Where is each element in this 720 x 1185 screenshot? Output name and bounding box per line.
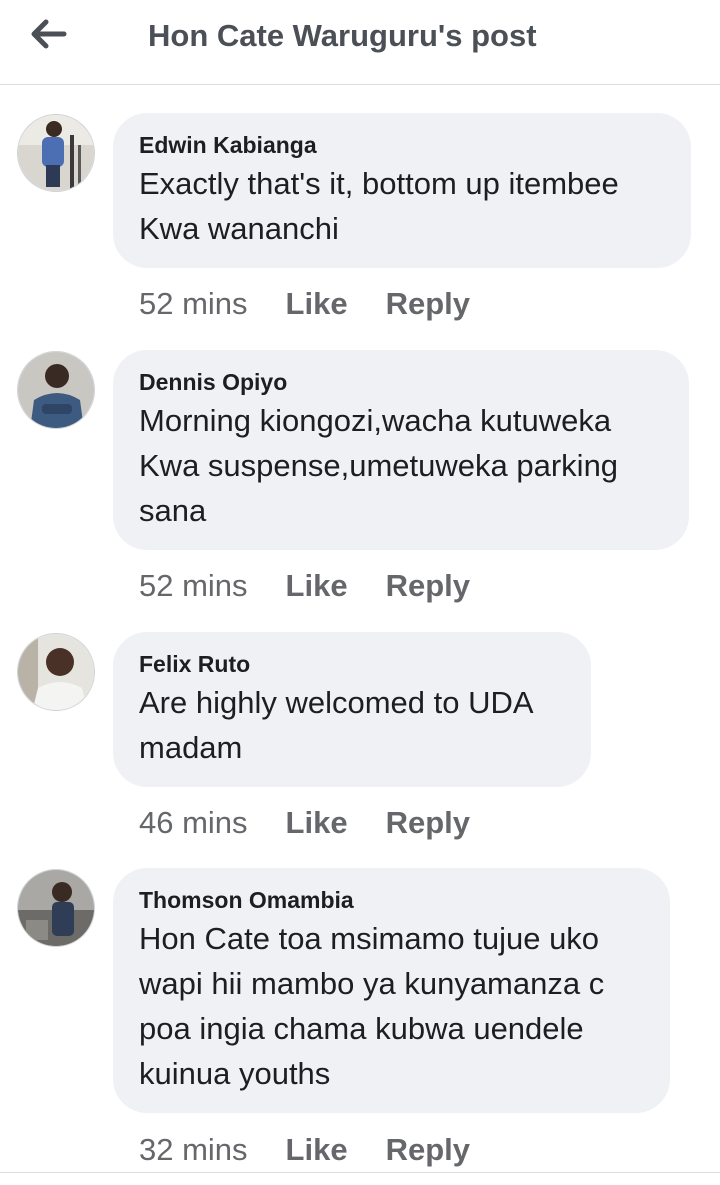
arrow-left-icon: [31, 19, 67, 49]
avatar[interactable]: [17, 633, 95, 711]
like-link[interactable]: Like: [286, 286, 348, 322]
comment-bubble: Edwin Kabianga Exactly that's it, bottom…: [113, 113, 691, 268]
comment-bubble: Felix Ruto Are highly welcomed to UDA ma…: [113, 632, 591, 787]
comment-time: 52 mins: [139, 286, 248, 321]
bottom-divider: [0, 1172, 720, 1173]
like-link[interactable]: Like: [286, 805, 348, 841]
avatar[interactable]: [17, 351, 95, 429]
comment-bubble: Dennis Opiyo Morning kiongozi,wacha kutu…: [113, 350, 689, 550]
reply-link[interactable]: Reply: [386, 568, 470, 604]
reply-link[interactable]: Reply: [386, 805, 470, 841]
comment-time: 52 mins: [139, 568, 248, 603]
comment-text: Morning kiongozi,wacha kutuweka Kwa susp…: [139, 403, 619, 528]
like-link[interactable]: Like: [286, 568, 348, 604]
comment-text: Hon Cate toa msimamo tujue uko wapi hii …: [139, 921, 605, 1091]
avatar[interactable]: [17, 114, 95, 192]
comment-time: 46 mins: [139, 805, 248, 840]
page-title: Hon Cate Waruguru's post: [148, 18, 537, 53]
comment-text: Exactly that's it, bottom up itembee Kwa…: [139, 166, 619, 246]
comment-actions: 52 mins Like Reply: [139, 286, 470, 322]
comment-actions: 46 mins Like Reply: [139, 805, 470, 841]
like-link[interactable]: Like: [286, 1132, 348, 1168]
comment-bubble: Thomson Omambia Hon Cate toa msimamo tuj…: [113, 868, 670, 1113]
comment-time: 32 mins: [139, 1132, 248, 1167]
back-button[interactable]: [22, 12, 74, 56]
reply-link[interactable]: Reply: [386, 1132, 470, 1168]
reply-link[interactable]: Reply: [386, 286, 470, 322]
comment-author[interactable]: Thomson Omambia: [139, 886, 644, 914]
comment-text: Are highly welcomed to UDA madam: [139, 685, 532, 765]
comment-author[interactable]: Felix Ruto: [139, 650, 565, 678]
comment-author[interactable]: Dennis Opiyo: [139, 368, 663, 396]
comment-actions: 32 mins Like Reply: [139, 1132, 470, 1168]
comment-actions: 52 mins Like Reply: [139, 568, 470, 604]
top-bar: Hon Cate Waruguru's post: [0, 0, 720, 85]
avatar[interactable]: [17, 869, 95, 947]
comment-author[interactable]: Edwin Kabianga: [139, 131, 665, 159]
